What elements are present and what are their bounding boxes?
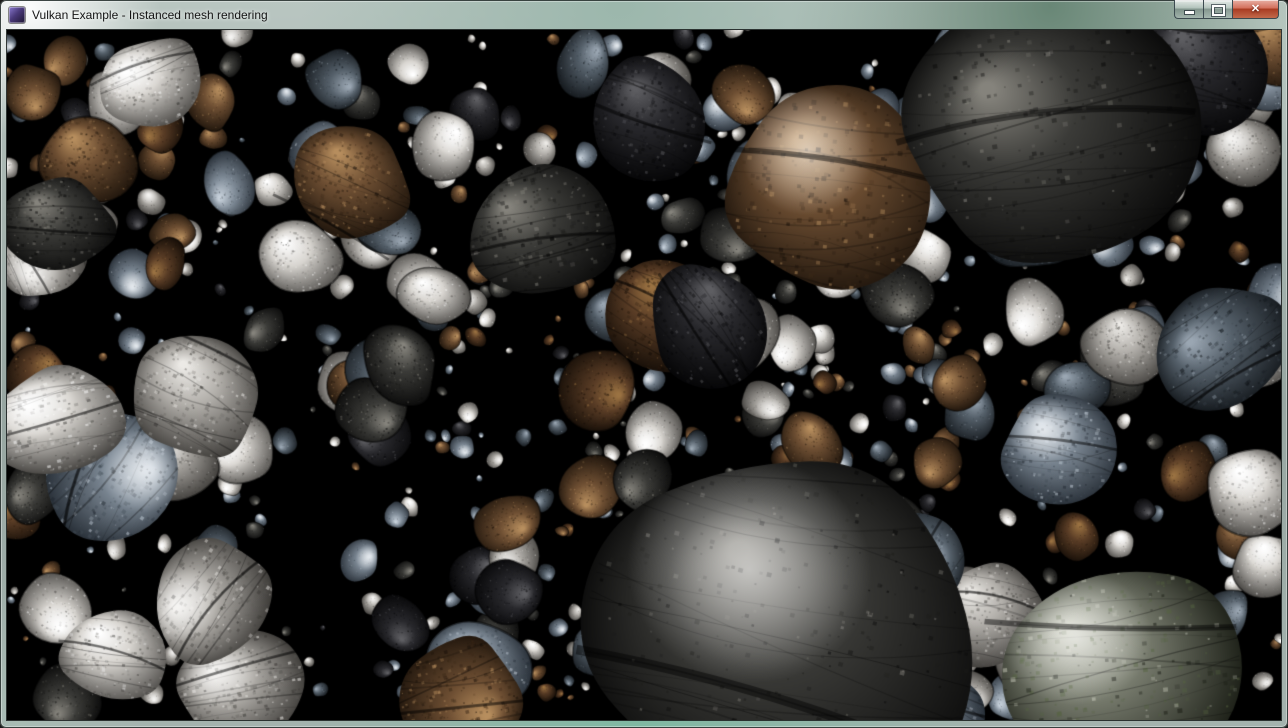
minimize-icon — [1185, 11, 1194, 14]
minimize-button[interactable] — [1174, 0, 1203, 19]
maximize-icon — [1212, 5, 1225, 16]
close-icon: ✕ — [1251, 2, 1260, 15]
render-viewport[interactable] — [7, 30, 1281, 720]
close-button[interactable]: ✕ — [1232, 0, 1279, 19]
app-icon[interactable] — [9, 7, 25, 23]
maximize-button[interactable] — [1203, 0, 1232, 19]
titlebar[interactable]: Vulkan Example - Instanced mesh renderin… — [0, 0, 1288, 30]
app-window: Vulkan Example - Instanced mesh renderin… — [0, 0, 1288, 728]
window-title: Vulkan Example - Instanced mesh renderin… — [32, 8, 268, 22]
client-area — [7, 30, 1281, 720]
window-controls: ✕ — [1174, 0, 1279, 19]
